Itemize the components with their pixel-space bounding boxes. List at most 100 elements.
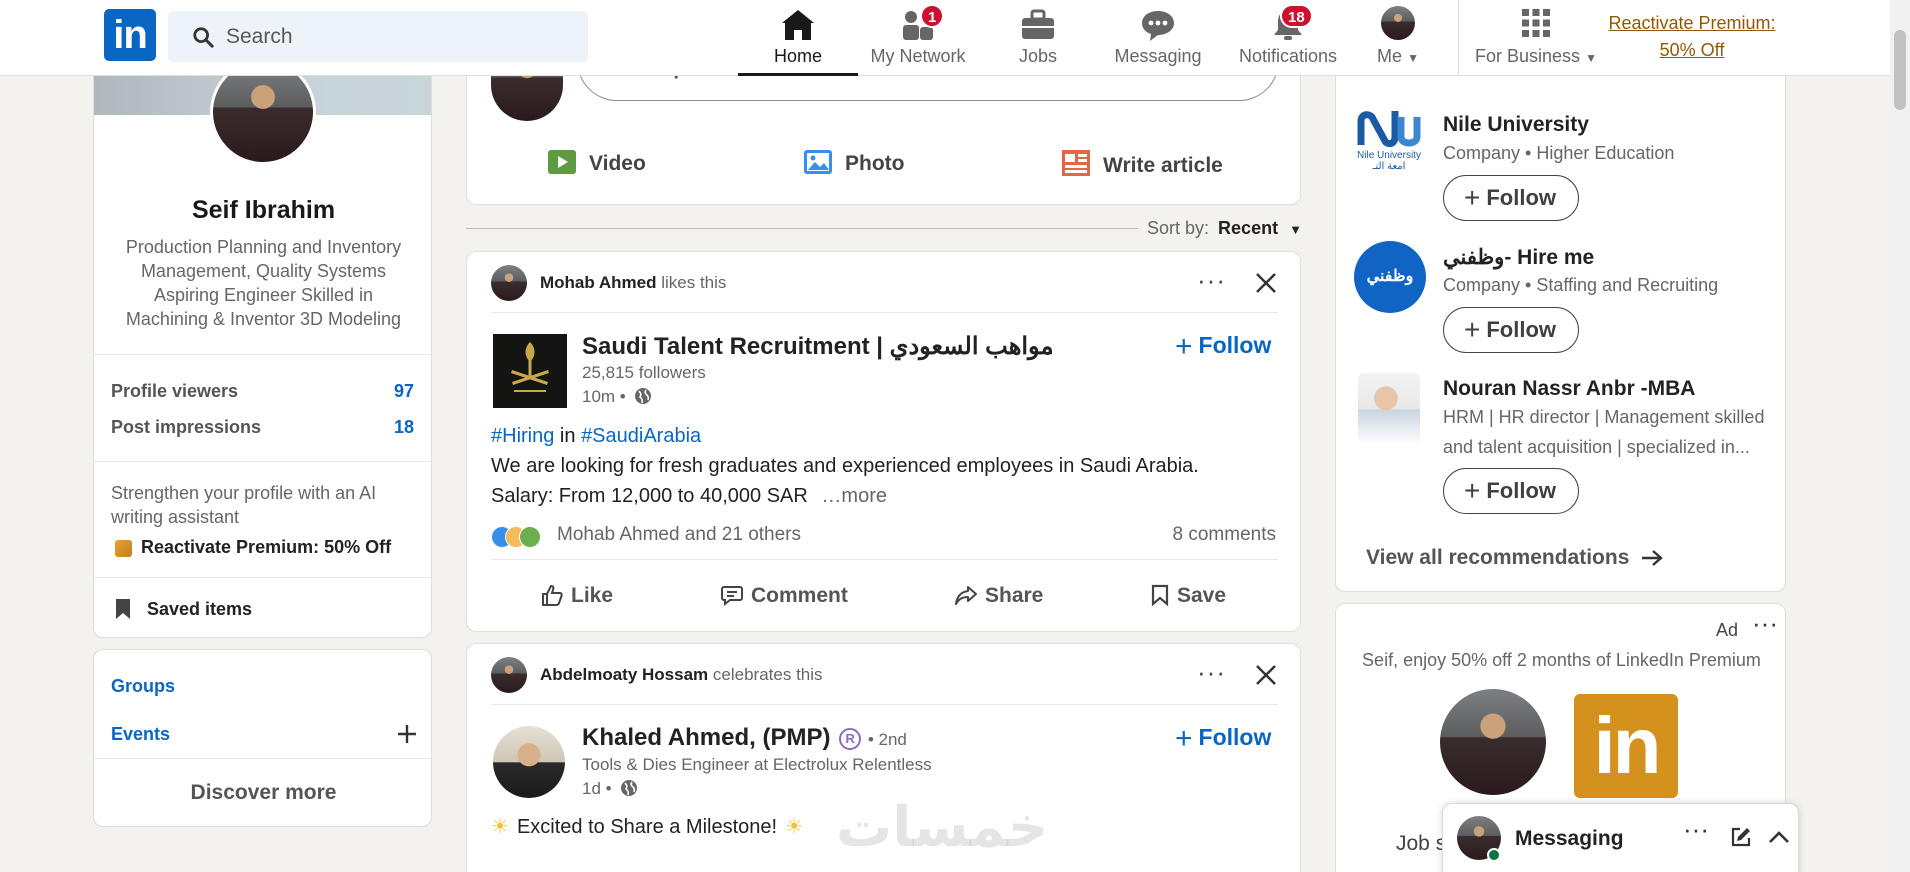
actor-name[interactable]: Abdelmoaty Hossam [540, 665, 708, 684]
author-name[interactable]: Khaled Ahmed, (PMP) [582, 724, 830, 751]
home-icon [782, 10, 814, 40]
see-more-link[interactable]: …more [821, 485, 887, 507]
nav-my-network[interactable]: 1 My Network [858, 0, 978, 76]
rec-avatar[interactable] [1358, 373, 1420, 445]
post-text: ☀ Excited to Share a Milestone! ☀ [491, 816, 804, 838]
hire-me-logo[interactable]: وظفني [1354, 241, 1426, 313]
nav-me[interactable]: Me ▼ [1358, 0, 1438, 76]
author-avatar[interactable] [493, 726, 565, 798]
divider [491, 704, 1278, 705]
follow-button[interactable]: + Follow [1443, 175, 1580, 221]
share-button[interactable]: Share [955, 576, 1043, 616]
post-text-line2: Salary: From 12,000 to 40,000 SAR …more [491, 485, 887, 507]
messaging-icon [1142, 11, 1174, 41]
view-all-recommendations-link[interactable]: View all recommendations [1366, 546, 1664, 570]
nav-notifications[interactable]: 18 Notifications [1218, 0, 1358, 76]
close-icon[interactable] [1255, 664, 1277, 686]
plus-icon: + [1175, 722, 1193, 755]
profile-name[interactable]: Seif Ibrahim [94, 196, 431, 225]
arrow-right-icon [1642, 550, 1664, 566]
events-link[interactable]: Events [111, 724, 170, 745]
reactivate-premium-link[interactable]: Reactivate Premium: 50% Off [1602, 10, 1782, 64]
messaging-options-icon[interactable]: ··· [1683, 816, 1709, 842]
briefcase-icon [1022, 9, 1054, 39]
plus-icon[interactable] [397, 724, 417, 744]
nile-university-logo[interactable]: Nile University امعة النـ [1352, 107, 1426, 181]
actor-avatar[interactable] [491, 657, 527, 693]
follow-button[interactable]: + Follow [1443, 468, 1580, 514]
ad-label: Ad [1716, 620, 1739, 640]
video-button[interactable]: Video [547, 149, 646, 176]
compose-icon[interactable] [1730, 826, 1752, 848]
premium-badge-icon: R [839, 728, 862, 750]
divider [491, 312, 1278, 313]
comment-button[interactable]: Comment [721, 576, 848, 616]
video-icon [548, 150, 576, 174]
hashtag-saudiarabia[interactable]: #SaudiArabia [581, 425, 701, 447]
like-button[interactable]: Like [541, 576, 613, 616]
online-status-dot [1487, 848, 1501, 862]
write-article-button[interactable]: Write article [1061, 149, 1223, 178]
promo-text-line2: writing assistant [111, 507, 240, 527]
more-options-icon[interactable]: ··· [1197, 267, 1226, 293]
company-name[interactable]: Saudi Talent Recruitment | توظيف المواهب… [582, 332, 1052, 361]
nav-messaging[interactable]: Messaging [1098, 0, 1218, 76]
top-navigation: in Home 1 My Network Jobs Messaging 18 N… [0, 0, 1890, 76]
actor-name[interactable]: Mohab Ahmed [540, 273, 656, 292]
sort-divider [466, 228, 1138, 229]
nav-home[interactable]: Home [738, 0, 858, 76]
hashtag-hiring[interactable]: #Hiring [491, 425, 554, 447]
post-context: Mohab Ahmed likes this [540, 273, 727, 292]
nav-jobs[interactable]: Jobs [978, 0, 1098, 76]
profile-card: Seif Ibrahim Production Planning and Inv… [93, 40, 432, 638]
sparkle-icon: ☀ [785, 816, 804, 838]
plus-icon: + [1464, 475, 1481, 506]
nav-divider [1458, 0, 1459, 76]
ad-options-icon[interactable]: ··· [1752, 610, 1778, 636]
profile-viewers-count: 97 [393, 381, 414, 401]
comments-count[interactable]: 8 comments [1173, 524, 1276, 546]
plus-icon: + [1175, 330, 1193, 363]
groups-link[interactable]: Groups [111, 676, 175, 697]
saudi-emblem-icon [511, 342, 549, 392]
article-icon [1062, 150, 1090, 176]
scrollbar-thumb[interactable] [1894, 30, 1906, 110]
rec-description: Company • Higher Education [1443, 143, 1675, 163]
rec-description: and talent acquisition | specialized in.… [1443, 437, 1750, 457]
linkedin-logo-icon[interactable]: in [104, 9, 156, 61]
network-badge: 1 [920, 4, 945, 28]
search-input[interactable] [226, 11, 566, 62]
support-reaction-icon [519, 526, 541, 548]
more-options-icon[interactable]: ··· [1197, 659, 1226, 685]
rec-name[interactable]: Nile University [1443, 113, 1589, 137]
photo-button[interactable]: Photo [803, 149, 904, 176]
discover-more-link[interactable]: Discover more [94, 781, 431, 805]
post-actions: Like Comment Share Save [467, 576, 1300, 616]
post-time: 10m • [582, 387, 652, 407]
ad-text: Seif, enjoy 50% off 2 months of LinkedIn… [1362, 650, 1761, 670]
messaging-dock[interactable]: Messaging ··· [1442, 803, 1799, 872]
nav-notifications-label: Notifications [1238, 46, 1338, 66]
close-icon[interactable] [1255, 272, 1277, 294]
ad-cta-partial: Job s [1396, 832, 1447, 855]
rec-name[interactable]: وظفني- Hire me [1443, 245, 1594, 270]
follow-company-button[interactable]: + Follow [1175, 330, 1271, 364]
search-box[interactable] [168, 11, 588, 62]
grid-apps-icon [1522, 9, 1550, 37]
rec-name[interactable]: Nouran Nassr Anbr -MBA [1443, 377, 1695, 401]
save-button[interactable]: Save [1151, 576, 1226, 616]
follow-author-button[interactable]: + Follow [1175, 722, 1271, 756]
messaging-title: Messaging [1515, 827, 1624, 850]
chevron-up-icon[interactable] [1768, 830, 1790, 844]
sort-dropdown[interactable]: Sort by: Recent ▼ [1147, 218, 1302, 239]
company-logo[interactable] [493, 334, 567, 408]
divider [94, 758, 431, 759]
chevron-down-icon: ▼ [1585, 51, 1597, 65]
chevron-down-icon: ▼ [1407, 51, 1419, 65]
nav-for-business[interactable]: For Business ▼ [1470, 0, 1602, 76]
follow-button[interactable]: + Follow [1443, 307, 1580, 353]
divider [94, 577, 431, 578]
post-context: Abdelmoaty Hossam celebrates this [540, 665, 823, 684]
actor-avatar[interactable] [491, 265, 527, 301]
premium-square-icon [115, 540, 132, 557]
